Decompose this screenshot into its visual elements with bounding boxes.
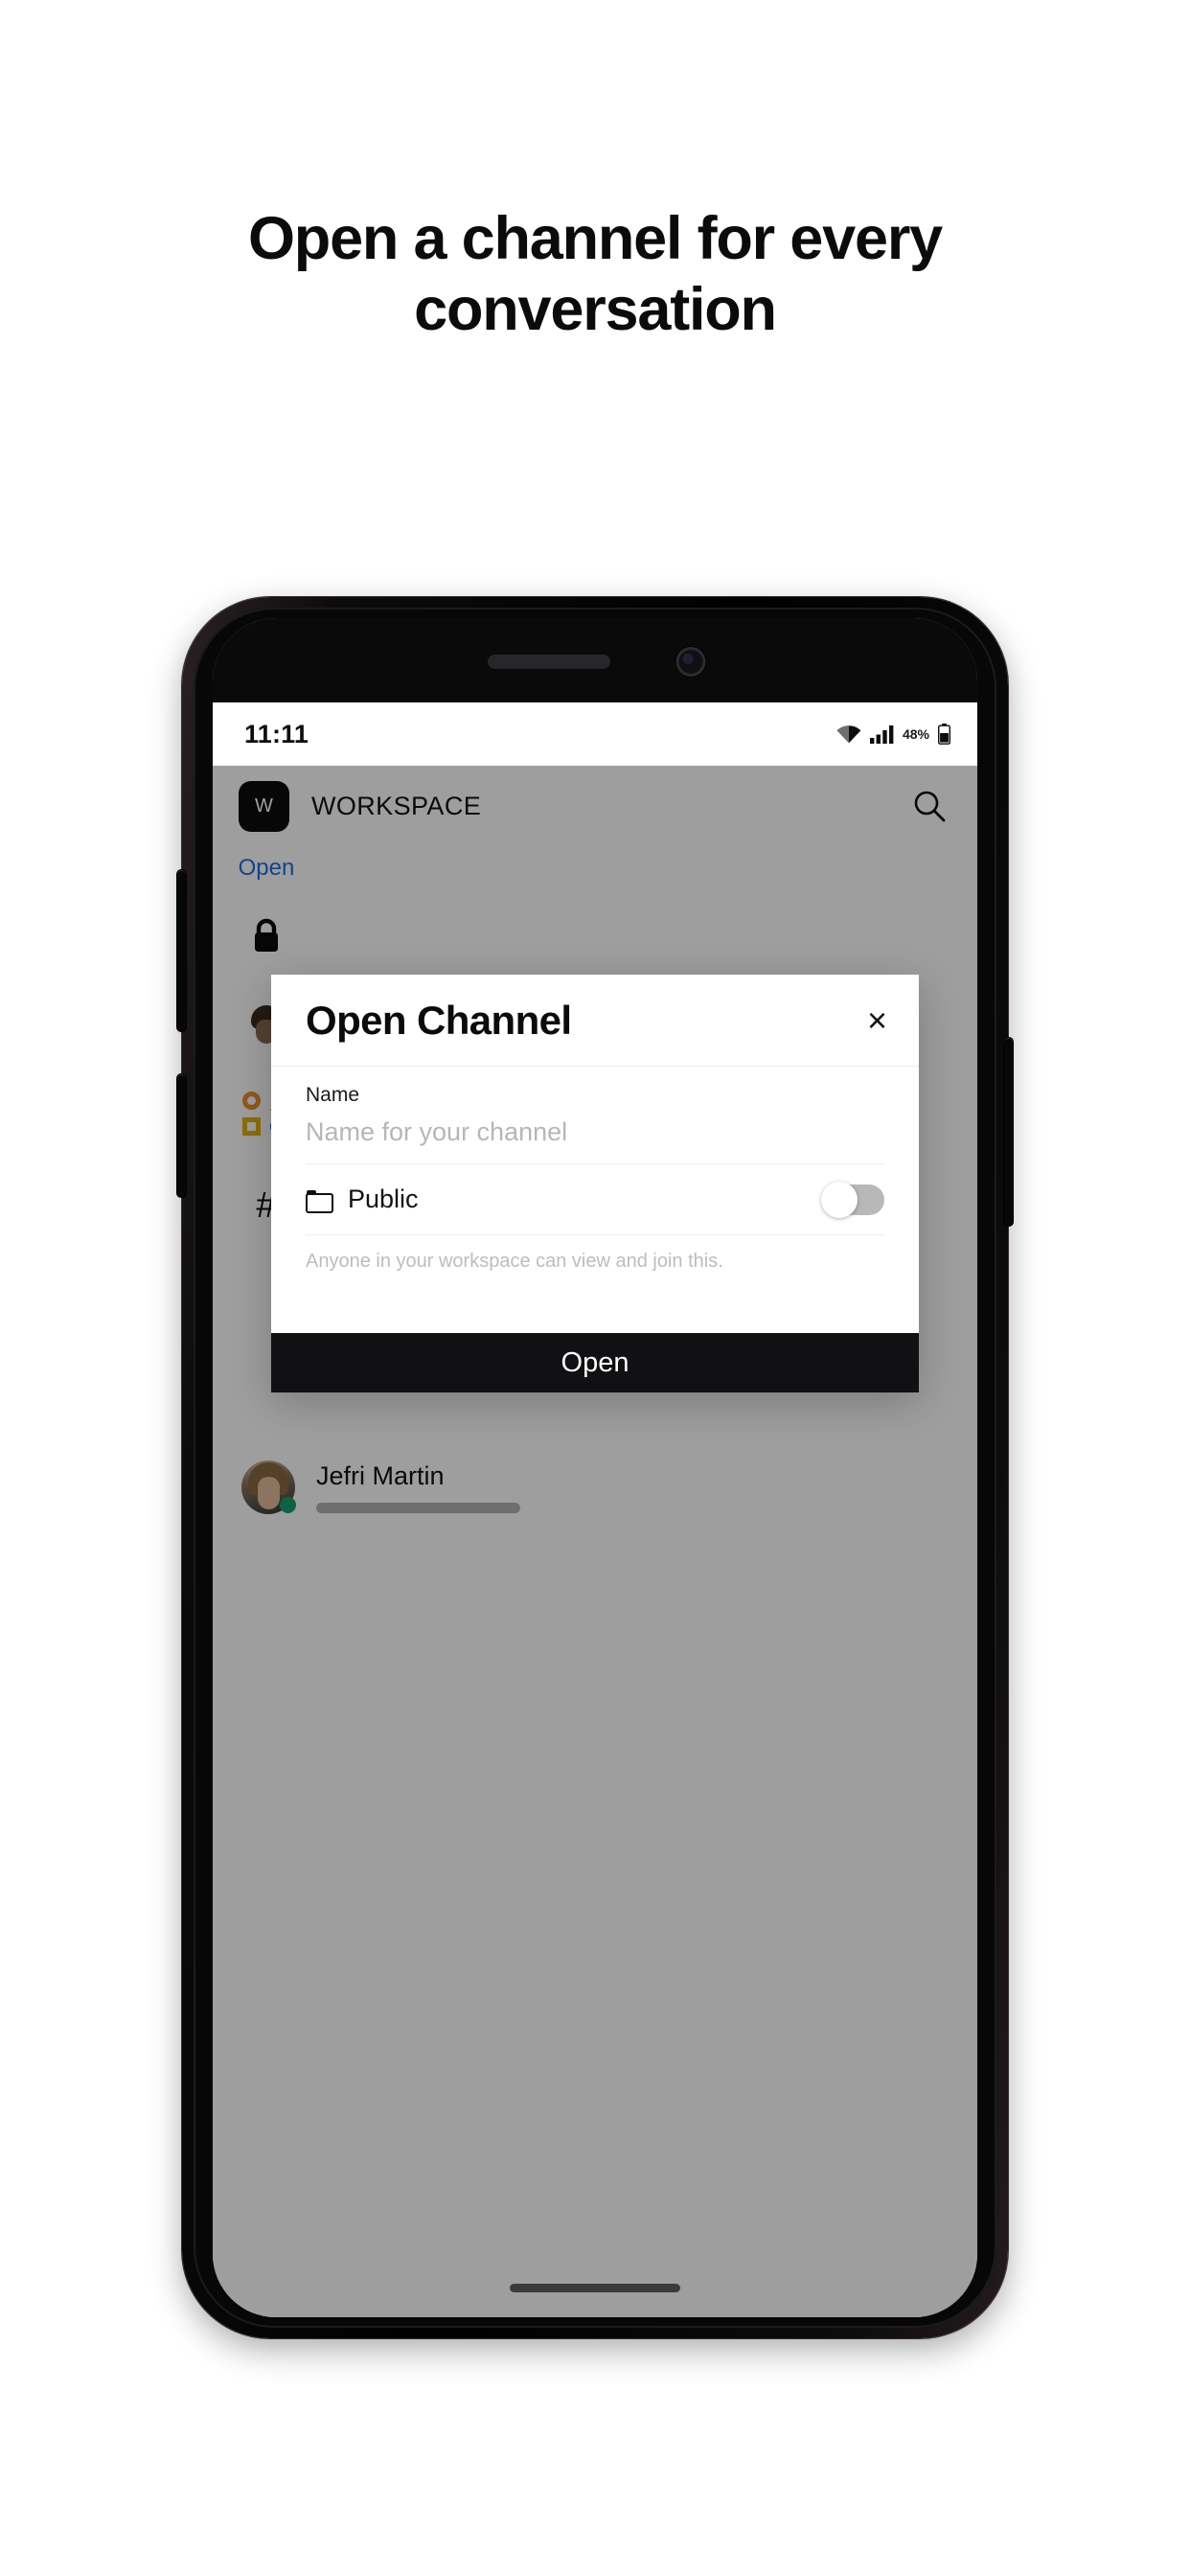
page-title: Open a channel for every conversation	[248, 205, 943, 344]
earpiece-speaker-icon	[488, 655, 610, 669]
visibility-help-text: Anyone in your workspace can view and jo…	[306, 1251, 723, 1272]
volume-up-button[interactable]	[177, 870, 186, 1031]
home-indicator[interactable]	[510, 2284, 680, 2292]
dialog-title: Open Channel	[306, 997, 572, 1043]
status-time: 11:11	[244, 719, 309, 748]
volume-down-button[interactable]	[177, 1074, 186, 1197]
open-channel-dialog: Open Channel × Name Name for your channe…	[271, 975, 919, 1392]
wifi-icon	[836, 724, 861, 743]
cellular-signal-icon	[869, 724, 894, 744]
status-bar: 11:11 48%	[213, 702, 977, 766]
folder-icon	[306, 1189, 333, 1213]
phone-screen: 11:11 48% W WORKSPACE Open # Jefri Marti…	[213, 618, 977, 2317]
visibility-row[interactable]: Public	[306, 1164, 884, 1235]
battery-icon	[938, 724, 950, 745]
toggle-knob	[821, 1181, 858, 1218]
close-icon[interactable]: ×	[867, 1002, 887, 1038]
name-field-label: Name	[306, 1084, 360, 1106]
front-camera-icon	[675, 647, 706, 677]
visibility-label: Public	[348, 1184, 419, 1213]
visibility-toggle[interactable]	[821, 1181, 884, 1218]
dialog-header: Open Channel ×	[271, 975, 919, 1067]
status-icons: 48%	[836, 724, 950, 745]
page-root: Open a channel for every conversation 11…	[0, 0, 1190, 2576]
phone-mockup: 11:11 48% W WORKSPACE Open # Jefri Marti…	[177, 597, 1013, 2338]
phone-notch-area	[213, 618, 977, 702]
name-input[interactable]: Name for your channel	[306, 1117, 884, 1164]
battery-percent-label: 48%	[902, 726, 929, 742]
power-button[interactable]	[1004, 1038, 1013, 1226]
open-button[interactable]: Open	[271, 1333, 919, 1392]
dialog-body: Name Name for your channel Public Anyone…	[271, 1067, 919, 1333]
